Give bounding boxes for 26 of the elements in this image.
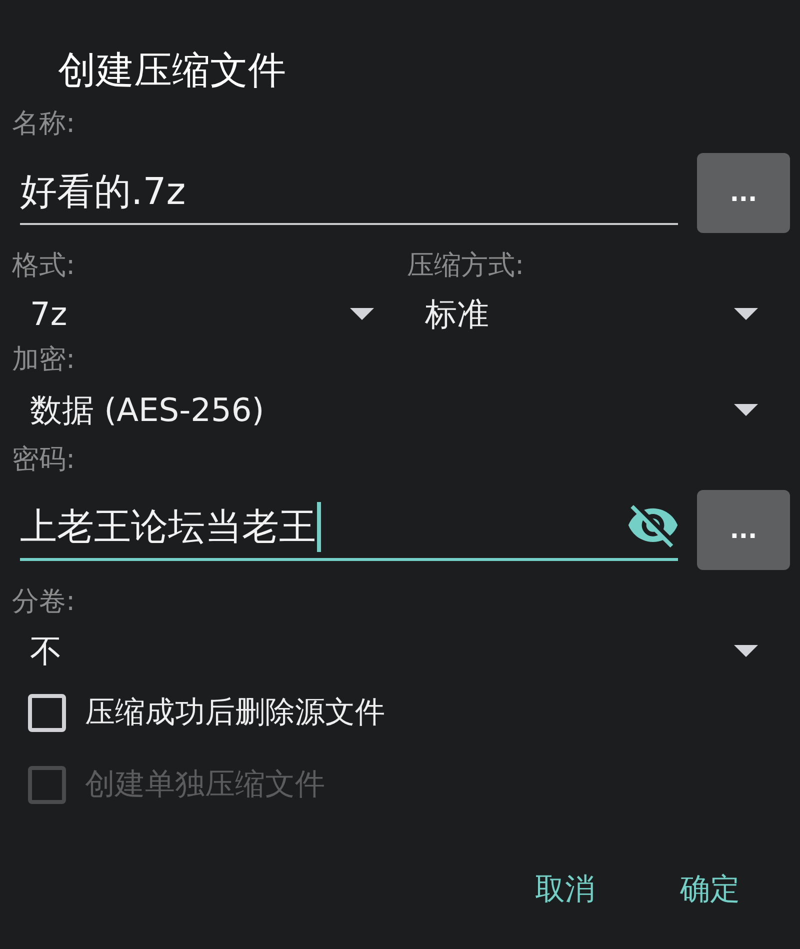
dialog-button[interactable]: 确定	[664, 862, 756, 918]
dropdown-arrow-icon	[734, 404, 758, 416]
dropdown-arrow-icon	[734, 645, 758, 657]
dialog-button[interactable]: 取消	[519, 862, 611, 918]
format-label: 格式:	[12, 249, 76, 283]
text-cursor-icon	[317, 502, 321, 552]
name-input[interactable]: 好看的.7z	[20, 160, 678, 225]
format-dropdown[interactable]: 7z	[30, 290, 374, 338]
encryption-label: 加密:	[12, 343, 76, 377]
compression-label: 压缩方式:	[407, 249, 524, 283]
checkbox-label[interactable]: 压缩成功后删除源文件	[85, 693, 385, 733]
volumes-label: 分卷:	[12, 585, 76, 619]
volumes-dropdown[interactable]: 不	[30, 627, 758, 675]
password-input[interactable]: 上老王论坛当老王	[20, 495, 678, 561]
compression-dropdown[interactable]: 标准	[425, 290, 758, 338]
checkbox-label: 创建单独压缩文件	[85, 766, 325, 804]
browse-button[interactable]: ...	[697, 490, 790, 570]
password-label: 密码:	[12, 443, 76, 477]
dialog-title: 创建压缩文件	[58, 47, 286, 94]
dropdown-arrow-icon	[734, 308, 758, 320]
checkbox[interactable]	[28, 694, 66, 732]
visibility-off-icon[interactable]	[628, 505, 678, 548]
encryption-dropdown[interactable]: 数据 (AES-256)	[30, 386, 758, 434]
browse-button[interactable]: ...	[697, 153, 790, 233]
dropdown-arrow-icon	[350, 308, 374, 320]
name-label: 名称:	[12, 107, 76, 141]
